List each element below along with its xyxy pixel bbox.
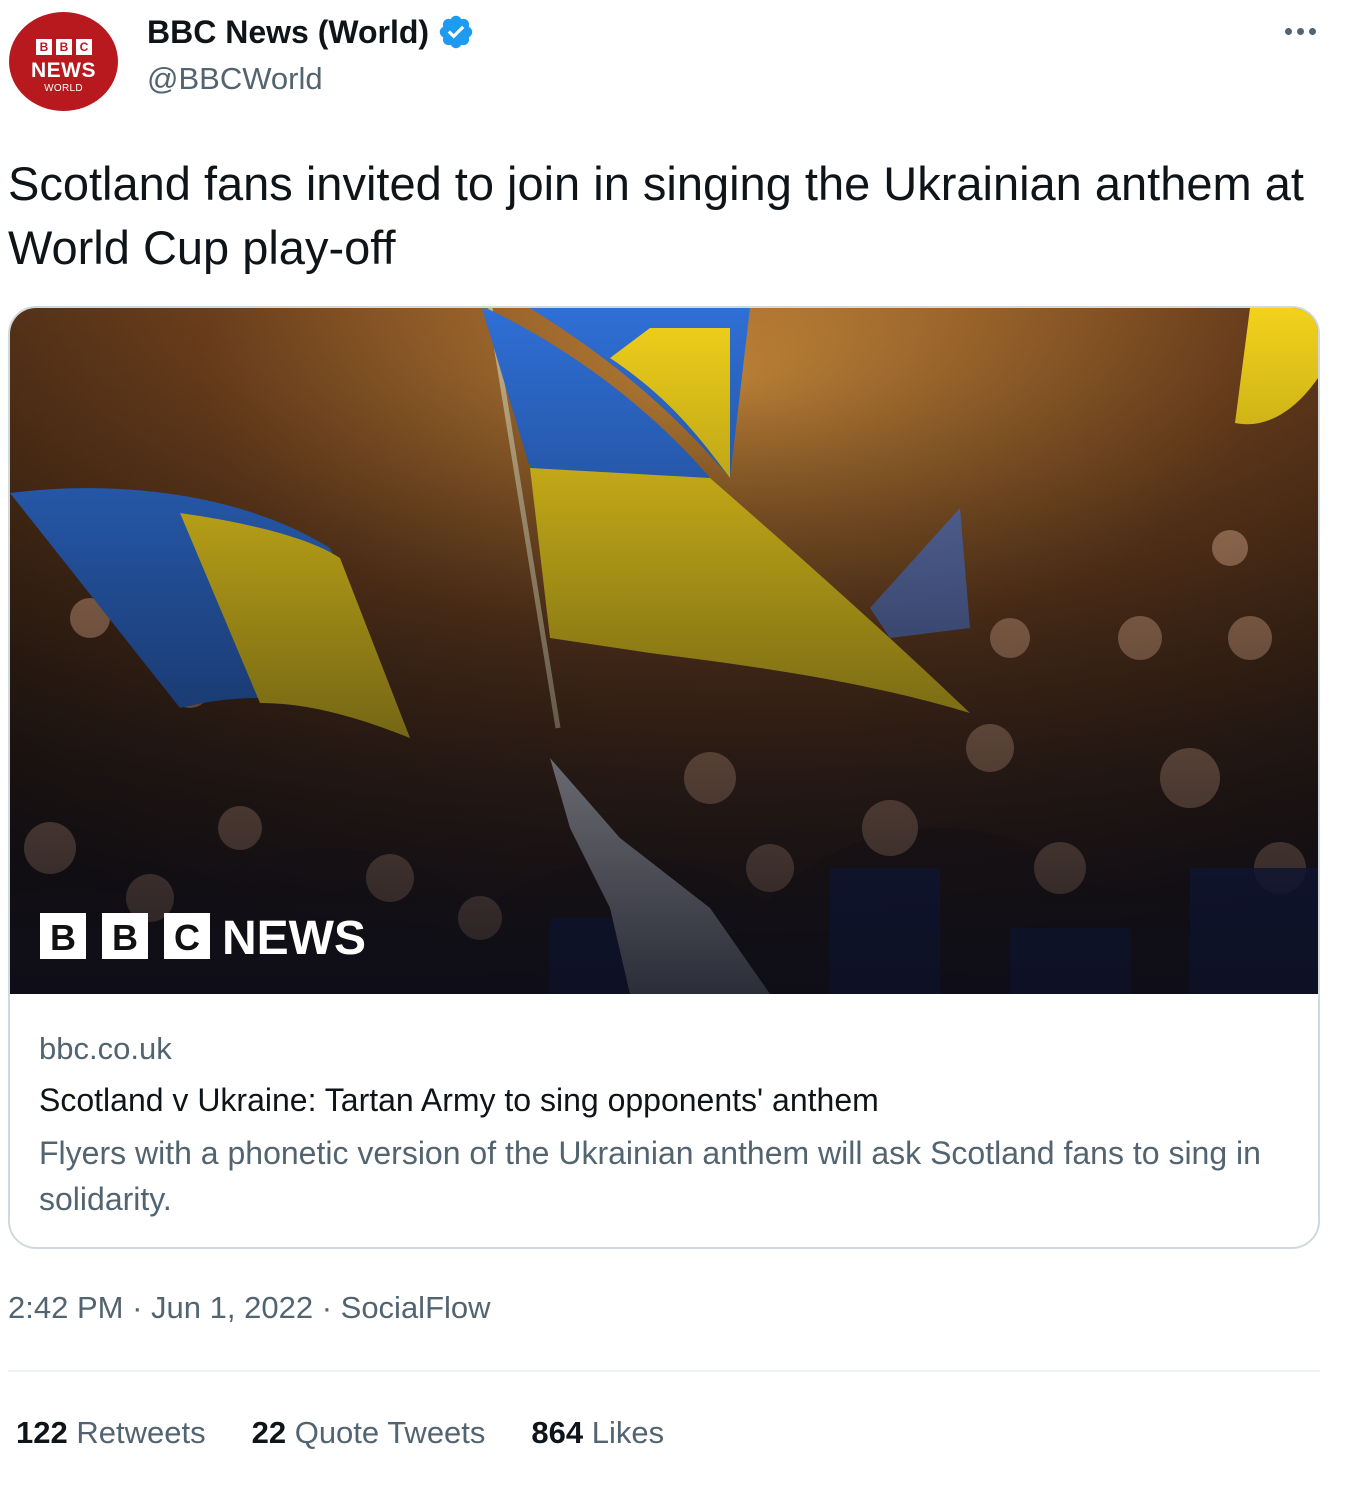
avatar-news-label: NEWS [31, 59, 96, 82]
more-dot [1284, 27, 1292, 35]
retweets-stat[interactable]: 122 Retweets [16, 1412, 206, 1454]
retweets-count: 122 [16, 1415, 68, 1450]
avatar-world-label: WORLD [44, 83, 83, 94]
watermark-letter: C [174, 917, 200, 958]
watermark-word: NEWS [222, 912, 366, 965]
quote-tweets-label: Quote Tweets [294, 1415, 486, 1450]
watermark-letter: B [50, 917, 76, 958]
likes-stat[interactable]: 864 Likes [531, 1412, 664, 1454]
tweet-text: Scotland fans invited to join in singing… [8, 157, 1304, 274]
retweets-label: Retweets [76, 1415, 206, 1450]
card-image-photo: B B C NEWS [10, 308, 1318, 994]
author-name-row: BBC News (World) [147, 12, 475, 52]
quote-tweets-stat[interactable]: 22 Quote Tweets [252, 1412, 486, 1454]
divider [8, 1370, 1320, 1372]
tweet-meta: 2:42 PM · Jun 1, 2022 · SocialFlow [8, 1288, 491, 1328]
meta-separator: · [321, 1290, 333, 1325]
meta-separator: · [132, 1290, 143, 1325]
card-description: Flyers with a phonetic version of the Uk… [39, 1135, 1261, 1217]
tweet: B B C NEWS WORLD BBC News (World) @BBCWo… [0, 0, 1346, 1488]
avatar-bbc-letter: B [56, 39, 72, 55]
avatar-bbc-blocks: B B C [36, 39, 92, 55]
tweet-date[interactable]: Jun 1, 2022 [151, 1290, 313, 1325]
link-card[interactable]: B B C NEWS bbc.co.uk Scotland v Ukraine:… [8, 306, 1320, 1249]
author-handle[interactable]: @BBCWorld [147, 60, 323, 98]
author-display-name[interactable]: BBC News (World) [147, 12, 429, 52]
author-avatar[interactable]: B B C NEWS WORLD [9, 12, 118, 111]
avatar-bbc-letter: C [76, 39, 92, 55]
tweet-time[interactable]: 2:42 PM [8, 1290, 123, 1325]
verified-badge-icon [439, 15, 473, 49]
tweet-stats: 122 Retweets 22 Quote Tweets 864 Likes [16, 1412, 664, 1454]
card-image[interactable]: B B C NEWS [10, 308, 1318, 994]
likes-count: 864 [531, 1415, 584, 1450]
likes-label: Likes [591, 1415, 665, 1450]
more-dot [1308, 27, 1316, 35]
card-title: Scotland v Ukraine: Tartan Army to sing … [39, 1082, 879, 1118]
tweet-source[interactable]: SocialFlow [341, 1290, 491, 1325]
more-options-icon[interactable] [1280, 16, 1320, 46]
card-domain: bbc.co.uk [39, 1031, 172, 1066]
avatar-bbc-letter: B [36, 39, 52, 55]
watermark-letter: B [112, 917, 138, 958]
more-dot [1296, 27, 1304, 35]
quote-tweets-count: 22 [251, 1415, 287, 1450]
